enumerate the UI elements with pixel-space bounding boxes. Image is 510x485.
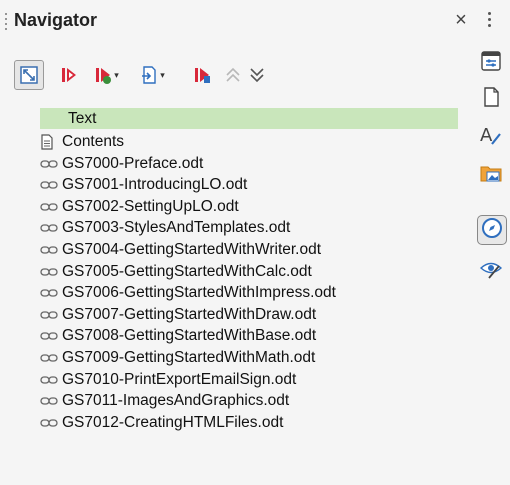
tree-item[interactable]: Contents [40, 131, 124, 153]
title-bar: Navigator × [0, 0, 510, 44]
tree-item-label: Contents [62, 133, 125, 150]
sidebar-style-inspector-button[interactable] [478, 258, 504, 284]
tree-item[interactable]: GS7011-ImagesAndGraphics.odt [40, 390, 289, 412]
tree-item-label: GS7006-GettingStartedWithImpress.odt [62, 284, 336, 302]
tree-item[interactable]: GS7007-GettingStartedWithDraw.odt [40, 304, 316, 326]
link-icon [40, 202, 62, 212]
link-icon [40, 396, 62, 406]
toggle-content-icon [19, 65, 39, 85]
link-icon [40, 245, 62, 255]
tree-item-label: GS7000-Preface.odt [62, 154, 204, 172]
chevron-down-icon[interactable]: ▾ [160, 70, 165, 81]
next-object-button[interactable]: ▾ [88, 60, 124, 90]
tree-item[interactable]: GS7003-StylesAndTemplates.odt [40, 217, 290, 239]
style-inspector-icon [479, 258, 503, 285]
navigator-panel: Navigator × ▾ ▾ Text Contents GS7000-Pre… [0, 0, 491, 485]
more-options-icon[interactable] [488, 12, 492, 32]
tree-item-label: GS7007-GettingStartedWithDraw.odt [62, 305, 317, 323]
document-icon [40, 134, 62, 150]
page-icon [480, 86, 502, 113]
set-reminder-button[interactable] [190, 60, 214, 90]
tree-item[interactable]: GS7010-PrintExportEmailSign.odt [40, 369, 296, 391]
link-icon [40, 288, 62, 298]
promote-icon [223, 65, 243, 85]
tree-item[interactable]: GS7008-GettingStartedWithBase.odt [40, 325, 316, 347]
close-icon[interactable]: × [452, 9, 470, 32]
tree-item-label: GS7002-SettingUpLO.odt [62, 197, 239, 215]
chevron-down-icon[interactable]: ▾ [114, 70, 119, 81]
sidebar-properties-button[interactable] [478, 50, 504, 76]
tree-item-label: GS7005-GettingStartedWithCalc.odt [62, 262, 312, 280]
properties-icon [480, 50, 502, 77]
link-icon [40, 180, 62, 190]
tree-item[interactable]: GS7001-IntroducingLO.odt [40, 174, 247, 196]
tree-item-label: GS7012-CreatingHTMLFiles.odt [62, 413, 284, 431]
toggle-content-button[interactable] [14, 60, 44, 90]
next-object-icon [93, 65, 113, 85]
tree-category-label: Text [68, 110, 97, 127]
link-icon [40, 418, 62, 428]
tree-item-label: GS7009-GettingStartedWithMath.odt [62, 349, 316, 366]
tree-category-text[interactable]: Text [68, 108, 96, 130]
tree-item-label: GS7004-GettingStartedWithWriter.odt [62, 241, 322, 258]
tree-item-label: GS7010-PrintExportEmailSign.odt [62, 370, 297, 388]
tree-item[interactable]: GS7002-SettingUpLO.odt [40, 196, 239, 218]
set-reminder-icon [192, 65, 212, 85]
tree-item[interactable]: GS7005-GettingStartedWithCalc.odt [40, 261, 312, 283]
tree-item[interactable]: GS7004-GettingStartedWithWriter.odt [40, 239, 321, 261]
sidebar-styles-button[interactable]: A [478, 124, 504, 150]
link-icon [40, 331, 62, 341]
navigator-icon [481, 217, 503, 244]
insert-icon [139, 65, 159, 85]
sidebar-page-button[interactable] [478, 86, 504, 112]
tree-item-label: GS7003-StylesAndTemplates.odt [62, 219, 291, 237]
insert-button[interactable]: ▾ [134, 60, 170, 90]
svg-text:A: A [480, 125, 493, 146]
tree-item-label: GS7008-GettingStartedWithBase.odt [62, 327, 317, 345]
link-icon [40, 159, 62, 169]
demote-icon [247, 65, 267, 85]
navigator-toolbar: ▾ ▾ [14, 60, 454, 92]
selection-highlight [40, 108, 458, 129]
previous-object-icon [59, 65, 79, 85]
tree-item[interactable]: GS7009-GettingStartedWithMath.odt [40, 347, 315, 369]
link-icon [40, 267, 62, 277]
styles-icon: A [479, 123, 503, 152]
tree-item[interactable]: GS7006-GettingStartedWithImpress.odt [40, 282, 336, 304]
previous-object-button[interactable] [58, 60, 80, 90]
promote-button[interactable] [222, 60, 244, 90]
demote-button[interactable] [246, 60, 268, 90]
tree-item[interactable]: GS7012-CreatingHTMLFiles.odt [40, 412, 283, 434]
panel-title: Navigator [14, 10, 98, 30]
link-icon [40, 223, 62, 233]
tree-item[interactable]: GS7000-Preface.odt [40, 153, 203, 175]
tree-item-label: GS7011-ImagesAndGraphics.odt [62, 392, 290, 410]
sidebar-tabbar: A [470, 44, 510, 485]
link-icon [40, 375, 62, 385]
link-icon [40, 353, 62, 363]
sidebar-navigator-button[interactable] [477, 215, 507, 245]
tree-item-label: GS7001-IntroducingLO.odt [62, 176, 248, 194]
gallery-icon [479, 162, 503, 189]
drag-grip[interactable] [5, 13, 8, 33]
link-icon [40, 310, 62, 320]
sidebar-gallery-button[interactable] [478, 162, 504, 188]
